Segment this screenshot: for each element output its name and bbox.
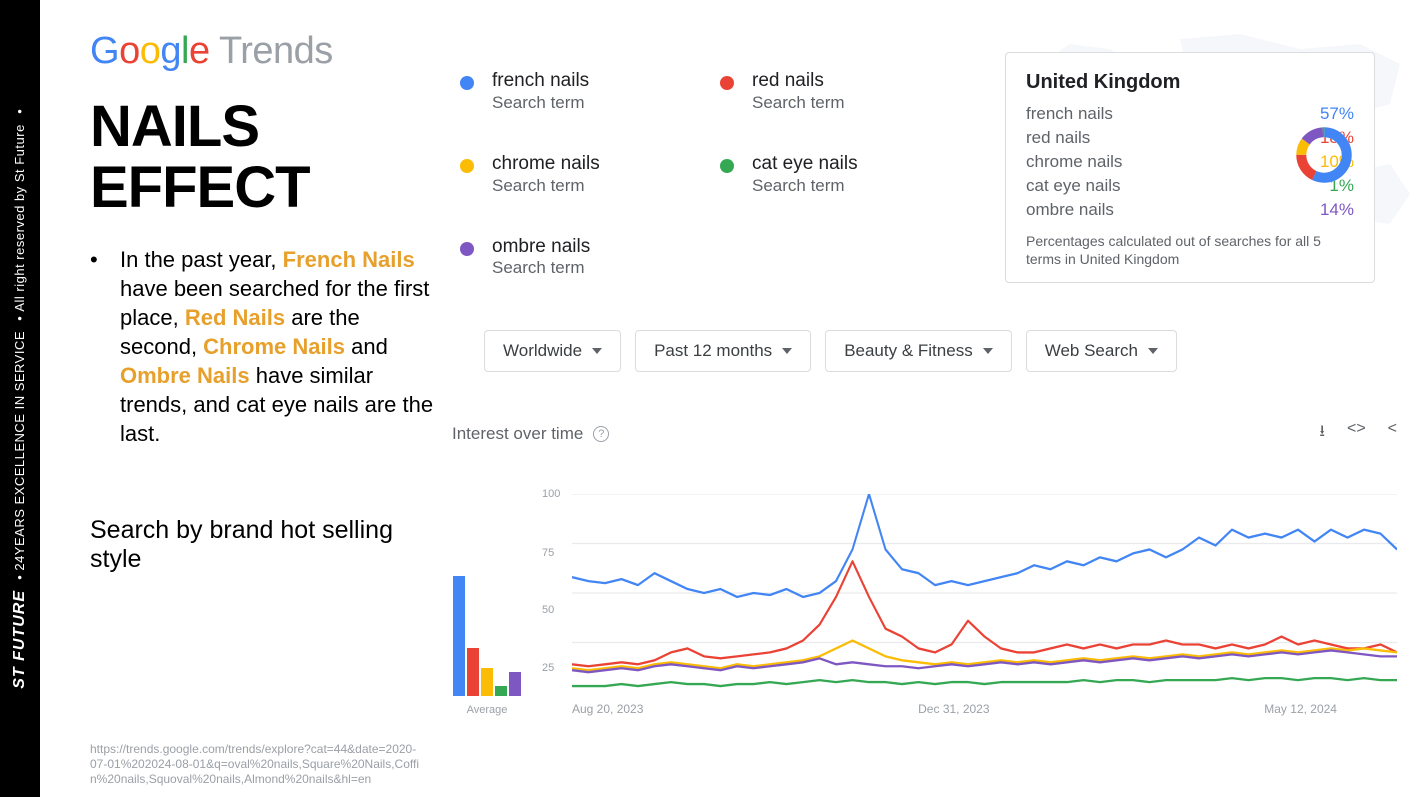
legend-term: french nails <box>492 70 589 93</box>
legend-term: cat eye nails <box>752 153 858 176</box>
legend-item: red nailsSearch term <box>720 70 920 113</box>
legend-item: cat eye nailsSearch term <box>720 153 920 196</box>
trends-pane: french nailsSearch term red nailsSearch … <box>460 20 1417 797</box>
filter-row: Worldwide Past 12 months Beauty & Fitnes… <box>484 330 1177 372</box>
download-icon[interactable]: ⭳ <box>1319 420 1325 447</box>
legend-sub: Search term <box>752 176 858 196</box>
chevron-down-icon <box>592 348 602 354</box>
legend-dot-icon <box>460 159 474 173</box>
xtick: May 12, 2024 <box>1264 702 1337 716</box>
summary-bullet: In the past year, French Nails have been… <box>90 245 440 448</box>
legend-sub: Search term <box>752 93 845 113</box>
ytick: 25 <box>542 662 554 674</box>
average-label: Average <box>442 704 532 716</box>
sidebar-text: ST FUTURE • 24YEARS EXCELLENCE IN SERVIC… <box>11 109 29 689</box>
legend-sub: Search term <box>492 258 590 278</box>
legend-item: ombre nailsSearch term <box>460 236 660 279</box>
brand-sidebar: ST FUTURE • 24YEARS EXCELLENCE IN SERVIC… <box>0 0 40 797</box>
xtick: Dec 31, 2023 <box>918 702 989 716</box>
legend-dot-icon <box>720 159 734 173</box>
legend-sub: Search term <box>492 176 600 196</box>
ytick: 50 <box>542 604 554 616</box>
region-note: Percentages calculated out of searches f… <box>1026 232 1354 268</box>
hl-ombre: Ombre Nails <box>120 363 250 388</box>
chart-actions: ⭳ <> < <box>1319 420 1397 447</box>
subhead: Search by brand hot selling style <box>90 516 440 574</box>
chevron-down-icon <box>983 348 993 354</box>
ytick: 100 <box>542 488 560 500</box>
legend-list: french nailsSearch term red nailsSearch … <box>460 70 930 278</box>
legend-term: chrome nails <box>492 153 600 176</box>
region-card: United Kingdom french nails57% red nails… <box>1005 52 1375 283</box>
filter-time[interactable]: Past 12 months <box>635 330 811 372</box>
chart-title: Interest over time ? <box>452 424 609 444</box>
x-axis-labels: Aug 20, 2023 Dec 31, 2023 May 12, 2024 <box>572 702 1397 716</box>
embed-icon[interactable]: <> <box>1347 420 1366 447</box>
region-title: United Kingdom <box>1026 71 1354 94</box>
filter-geo[interactable]: Worldwide <box>484 330 621 372</box>
legend-dot-icon <box>460 76 474 90</box>
legend-term: red nails <box>752 70 845 93</box>
filter-category[interactable]: Beauty & Fitness <box>825 330 1012 372</box>
help-icon[interactable]: ? <box>593 426 609 442</box>
sidebar-tag2: All right reserved by St Future <box>12 124 27 311</box>
google-trends-logo: Google Trends <box>90 30 440 73</box>
chart-header: Interest over time ? ⭳ <> < <box>452 420 1397 447</box>
interest-chart: Average 100 75 50 25 Aug 20, 2023 Dec 31… <box>442 470 1397 720</box>
chevron-down-icon <box>1148 348 1158 354</box>
ytick: 75 <box>542 547 554 559</box>
legend-dot-icon <box>720 76 734 90</box>
average-bars <box>442 576 532 696</box>
brand-logo: ST FUTURE <box>11 590 28 689</box>
share-icon[interactable]: < <box>1388 420 1397 447</box>
legend-sub: Search term <box>492 93 589 113</box>
region-row: french nails57% <box>1026 102 1354 126</box>
xtick: Aug 20, 2023 <box>572 702 643 716</box>
legend-item: chrome nailsSearch term <box>460 153 660 196</box>
sidebar-tag1: 24YEARS EXCELLENCE IN SERVICE <box>12 331 27 571</box>
hl-red: Red Nails <box>185 305 285 330</box>
left-column: Google Trends NAILS EFFECT In the past y… <box>90 30 440 574</box>
chevron-down-icon <box>782 348 792 354</box>
donut-chart-icon <box>1294 125 1354 185</box>
legend-item: french nailsSearch term <box>460 70 660 113</box>
legend-dot-icon <box>460 242 474 256</box>
legend-term: ombre nails <box>492 236 590 259</box>
hl-french: French Nails <box>283 247 415 272</box>
source-url: https://trends.google.com/trends/explore… <box>90 742 420 787</box>
line-chart-svg <box>572 494 1397 692</box>
page-title: NAILS EFFECT <box>90 97 440 219</box>
hl-chrome: Chrome Nails <box>203 334 345 359</box>
region-row: ombre nails14% <box>1026 198 1354 222</box>
filter-searchtype[interactable]: Web Search <box>1026 330 1177 372</box>
